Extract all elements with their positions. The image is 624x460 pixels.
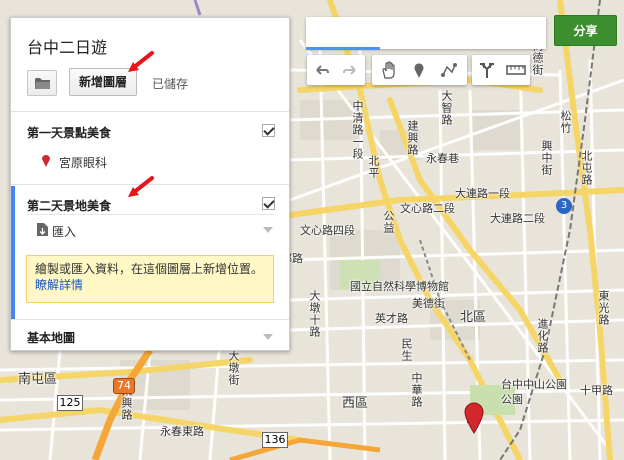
draw-line-button[interactable] <box>435 55 463 85</box>
map-label: 建興路 <box>406 120 419 156</box>
map-label: 大墩街 <box>227 350 240 386</box>
layer-2-title[interactable]: 第二天景地美食 <box>27 197 111 214</box>
selected-layer-indicator <box>11 186 15 319</box>
map-label: 十甲路 <box>580 384 613 397</box>
map-pin-icon <box>42 155 50 167</box>
redo-button[interactable] <box>336 55 364 85</box>
map-label: 北區 <box>460 310 487 325</box>
map-label: 文心路四段 <box>300 224 355 237</box>
map-label: 中華路 <box>410 372 423 408</box>
hand-icon <box>382 61 395 79</box>
directions-ruler-group <box>472 55 530 85</box>
directions-icon <box>480 63 494 78</box>
map-label: 松竹 <box>559 110 572 134</box>
open-map-button[interactable] <box>27 70 57 96</box>
divider <box>11 111 289 112</box>
measure-button[interactable] <box>501 55 529 85</box>
import-tip: 繪製或匯入資料，在這個圖層上新增位置。 瞭解詳情 <box>26 255 274 303</box>
map-label: 英才路 <box>375 312 408 325</box>
polyline-icon <box>441 63 457 77</box>
map-label: 文心路二段 <box>400 202 455 215</box>
map-label: 北屯路 <box>580 150 593 186</box>
arrow-icon <box>128 51 154 72</box>
map-label: 大連路一段 <box>455 187 510 200</box>
pan-button[interactable] <box>375 55 403 85</box>
layer-1-title[interactable]: 第一天景點美食 <box>27 124 111 141</box>
map-label: 民生 <box>400 338 413 362</box>
drawing-tools-group <box>372 55 467 85</box>
highway-shield: 125 <box>57 395 83 411</box>
save-status: 已儲存 <box>152 77 189 91</box>
map-label: 國立自然科學博物館 <box>350 280 449 293</box>
map-label: 中清路一段 <box>351 100 364 160</box>
map-label: 美德街 <box>412 297 445 310</box>
map-label: 大連路二段 <box>490 212 545 225</box>
place-item[interactable]: 宮原眼科 <box>59 154 107 171</box>
redo-icon <box>343 65 356 75</box>
map-label: 永春巷 <box>426 152 459 165</box>
undo-button[interactable] <box>308 55 336 85</box>
map-label: 公園 <box>501 393 523 406</box>
directions-button[interactable] <box>473 55 501 85</box>
ruler-icon <box>506 65 526 75</box>
folder-icon <box>35 78 50 89</box>
undo-icon <box>316 65 329 75</box>
undo-redo-group <box>307 55 365 85</box>
divider <box>27 214 273 215</box>
marker-icon <box>414 63 424 78</box>
arrow-icon <box>128 176 154 197</box>
layer-2-checkbox[interactable] <box>262 197 275 210</box>
learn-more-link[interactable]: 瞭解詳情 <box>35 278 83 292</box>
tip-text: 繪製或匯入資料，在這個圖層上新增位置。 <box>35 262 264 276</box>
dropdown-icon[interactable] <box>263 334 273 340</box>
import-icon <box>37 223 48 236</box>
search-box[interactable] <box>306 17 546 49</box>
add-marker-button[interactable] <box>405 55 433 85</box>
map-label: 進化路 <box>536 318 549 354</box>
divider <box>11 319 289 320</box>
map-label: 大墩十路 <box>308 290 321 338</box>
highway-shield: 74 <box>113 378 135 394</box>
map-label: 西區 <box>342 396 369 411</box>
map-label: 台中中山公園 <box>501 378 567 391</box>
search-underline <box>306 47 380 50</box>
highway-shield: 3 <box>556 198 572 214</box>
map-label: 公益 <box>382 210 395 234</box>
map-label: 東光路 <box>597 290 610 326</box>
share-button[interactable]: 分享 <box>554 15 617 46</box>
map-label: 南屯區 <box>18 372 58 387</box>
map-label: 大智路 <box>440 90 453 126</box>
map-label: 永春東路 <box>160 425 204 438</box>
map-title[interactable]: 台中二日遊 <box>27 34 107 58</box>
map-label: 興中街 <box>540 140 553 176</box>
map-pin-icon[interactable] <box>464 402 484 434</box>
import-link[interactable]: 匯入 <box>52 223 76 240</box>
layer-1-checkbox[interactable] <box>262 124 275 137</box>
base-map-title[interactable]: 基本地圖 <box>27 329 75 346</box>
dropdown-icon[interactable] <box>263 227 273 233</box>
highway-shield: 136 <box>262 432 288 448</box>
map-label: 北平 <box>367 155 380 179</box>
